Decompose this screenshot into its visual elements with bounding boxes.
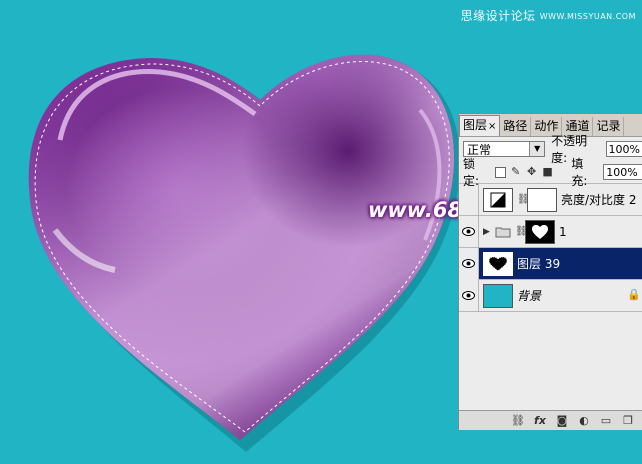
folder-icon bbox=[495, 227, 511, 237]
lock-brush-icon[interactable]: ✎ bbox=[510, 166, 522, 178]
folder-icon[interactable]: ▭ bbox=[599, 414, 613, 428]
panel-bottom-toolbar: ⛓ fx ◙ ◐ ▭ ❐ bbox=[459, 410, 642, 430]
lock-move-icon[interactable]: ✥ bbox=[526, 166, 538, 178]
expand-triangle-icon[interactable]: ▶ bbox=[483, 227, 491, 237]
layers-panel: 图层× 路径 动作 通道 记录 正常 ▼ 不透明度: 100% 锁定: ✎ ✥ … bbox=[458, 113, 642, 430]
opacity-input[interactable]: 100% bbox=[605, 141, 642, 157]
layer-row-background[interactable]: 背景 🔒 bbox=[459, 279, 642, 312]
layer-thumbnail bbox=[483, 251, 513, 276]
new-layer-icon[interactable]: ❐ bbox=[621, 414, 635, 428]
mask-icon[interactable]: ◙ bbox=[555, 414, 569, 428]
layer-row-group-1[interactable]: ▶ ⛓ 1 bbox=[459, 215, 642, 248]
fx-icon[interactable]: fx bbox=[533, 414, 547, 428]
tab-paths[interactable]: 路径 bbox=[500, 117, 532, 136]
layer-row-layer-39[interactable]: 图层 39 bbox=[459, 247, 642, 280]
heart-icon bbox=[532, 224, 548, 239]
layer-name: 图层 39 bbox=[517, 257, 561, 271]
tab-layers[interactable]: 图层× bbox=[459, 115, 501, 136]
layer-name: 1 bbox=[559, 224, 567, 239]
adjustment-thumbnail bbox=[483, 187, 513, 212]
heart-icon bbox=[488, 255, 508, 272]
link-icon: ⛓ bbox=[517, 194, 530, 205]
lock-all-icon[interactable]: ■ bbox=[542, 166, 554, 178]
link-icon: ⛓ bbox=[515, 226, 528, 237]
blend-mode-select[interactable]: 正常 ▼ bbox=[463, 141, 546, 157]
layer-name: 背景 bbox=[517, 289, 542, 303]
heart-dark-lobe bbox=[28, 54, 455, 441]
background-thumbnail bbox=[483, 283, 513, 308]
adjustment-icon[interactable]: ◐ bbox=[577, 414, 591, 428]
eye-icon[interactable] bbox=[459, 247, 479, 280]
site-credit-title: 思缘设计论坛 bbox=[460, 9, 536, 23]
mask-thumbnail bbox=[527, 187, 557, 212]
close-icon[interactable]: × bbox=[488, 121, 496, 132]
lock-icon: 🔒 bbox=[627, 288, 641, 301]
lock-transparency-icon[interactable] bbox=[494, 166, 506, 178]
eye-icon[interactable] bbox=[459, 215, 479, 248]
layer-name: 亮度/对比度 2 bbox=[561, 193, 637, 207]
layer-row-brightness[interactable]: ⛓ 亮度/对比度 2 bbox=[459, 183, 642, 216]
link-icon[interactable]: ⛓ bbox=[511, 414, 525, 428]
chevron-down-icon: ▼ bbox=[529, 142, 545, 156]
site-credit-url: WWW.MISSYUAN.COM bbox=[539, 12, 636, 21]
fill-input[interactable]: 100% bbox=[603, 164, 642, 180]
group-mask-thumbnail bbox=[525, 219, 555, 244]
blend-row: 正常 ▼ 不透明度: 100% bbox=[459, 134, 642, 165]
visibility-toggle-empty[interactable] bbox=[459, 183, 479, 216]
brightness-icon bbox=[490, 192, 506, 207]
lock-row: 锁定: ✎ ✥ ■ 填充: 100% bbox=[459, 157, 642, 188]
eye-icon[interactable] bbox=[459, 279, 479, 312]
site-credit: 思缘设计论坛 WWW.MISSYUAN.COM bbox=[461, 7, 636, 24]
